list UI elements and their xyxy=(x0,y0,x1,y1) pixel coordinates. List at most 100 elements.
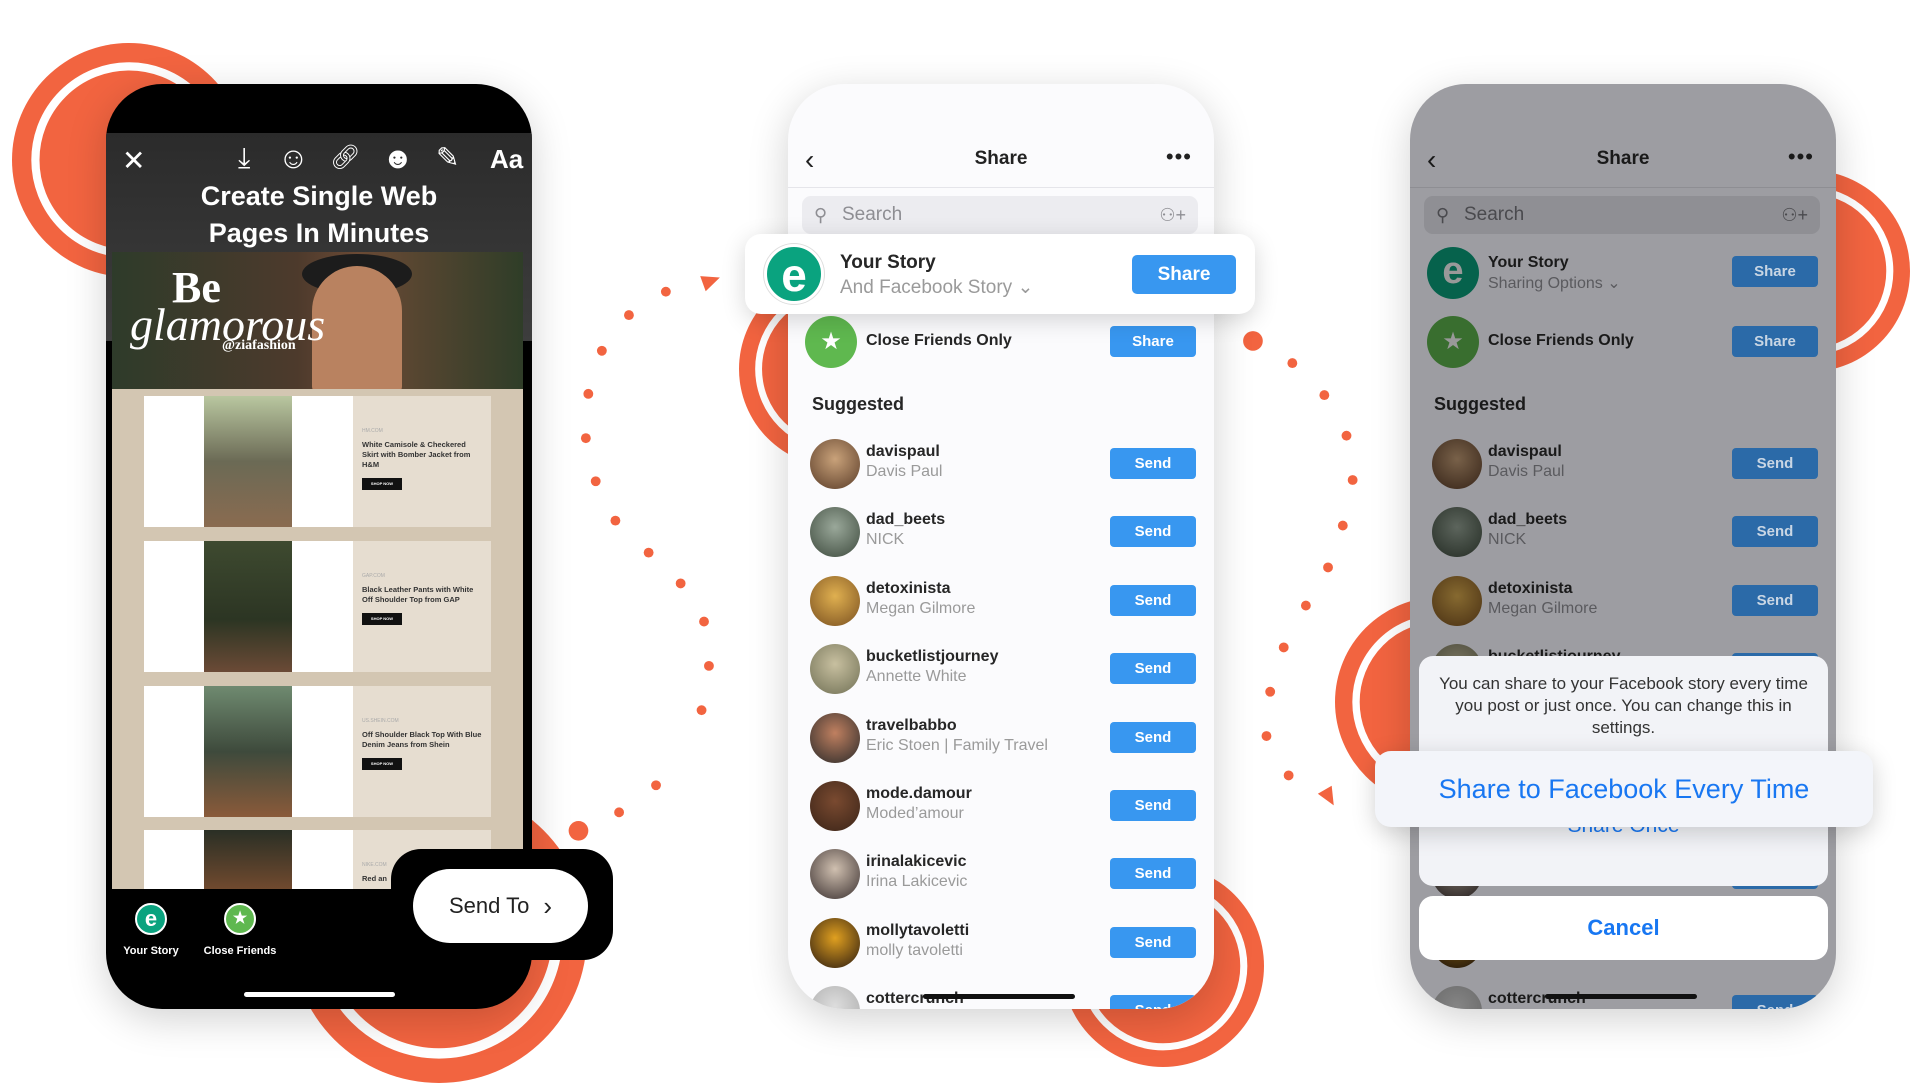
action-sheet-message: You can share to your Facebook story eve… xyxy=(1439,674,1808,737)
user-avatar[interactable] xyxy=(810,644,860,695)
send-button[interactable]: Send xyxy=(1110,926,1196,958)
banner-image: Be glamorous @ziafashion xyxy=(112,252,523,389)
sticker-face-icon[interactable]: ☺ xyxy=(278,144,309,174)
product-card: GAP.COM Black Leather Pants with White Of… xyxy=(144,541,491,672)
arrow-head-icon xyxy=(700,276,720,292)
search-input[interactable]: ⚲ Search ⚇+ xyxy=(802,196,1198,234)
send-button[interactable]: Send xyxy=(1110,516,1196,548)
product-cards: HM.COM White Camisole & Checkered Skirt w… xyxy=(112,389,523,889)
decor-dot xyxy=(1319,390,1330,401)
full-name: Davis Paul xyxy=(866,463,943,480)
user-row: irinalakicevic Irina Lakicevic Send xyxy=(788,844,1214,904)
more-icon[interactable]: ••• xyxy=(1788,144,1814,170)
share-options-phone[interactable]: ‹ Share ••• ⚲ Search ⚇+ e Your Story Shari… xyxy=(1410,84,1836,1009)
user-avatar[interactable] xyxy=(1432,575,1482,626)
decor-dot xyxy=(624,310,634,321)
close-friends-row: ★ Close Friends Only Share xyxy=(1410,312,1836,372)
send-to-label: Send To xyxy=(448,893,530,918)
user-avatar[interactable] xyxy=(810,849,860,900)
user-avatar[interactable] xyxy=(810,781,860,831)
user-avatar[interactable] xyxy=(810,575,860,626)
decor-dot xyxy=(643,547,654,558)
sticker-icon[interactable]: ☻ xyxy=(382,144,414,174)
full-name: Megan Gilmore xyxy=(1488,599,1598,617)
username: bucketlistjourney xyxy=(866,648,999,666)
shop-now-button[interactable]: SHOP NOW xyxy=(362,758,402,770)
username: davispaul xyxy=(866,443,940,460)
decor-dot xyxy=(660,286,671,297)
send-to-button[interactable]: Send To › xyxy=(413,869,588,943)
download-icon[interactable]: ⤓ xyxy=(238,144,250,172)
add-people-icon[interactable]: ⚇+ xyxy=(1781,196,1808,234)
user-avatar[interactable] xyxy=(810,712,860,763)
decor-dot xyxy=(1278,642,1289,653)
sharing-options-label: Sharing Options xyxy=(1488,275,1603,292)
your-story-share-button[interactable]: Share xyxy=(1732,256,1818,287)
your-story-avatar[interactable]: e xyxy=(135,903,167,935)
close-friends-star-icon[interactable]: ★ xyxy=(224,903,256,935)
full-name: Moded’amour xyxy=(866,805,964,822)
full-name: molly tavoletti xyxy=(866,941,963,959)
story-title-line2: Pages In Minutes xyxy=(208,218,430,248)
your-story-label[interactable]: Your Story xyxy=(106,945,201,957)
suggested-heading: Suggested xyxy=(1434,394,1527,414)
send-button[interactable]: Send xyxy=(1732,584,1818,616)
user-avatar[interactable] xyxy=(1432,986,1482,1009)
sharing-options-dropdown[interactable]: Sharing Options ⌄ xyxy=(1488,273,1621,293)
product-card: HM.COM White Camisole & Checkered Skirt w… xyxy=(144,396,491,527)
user-row: detoxinista Megan Gilmore Send xyxy=(788,571,1214,631)
more-icon[interactable]: ••• xyxy=(1166,144,1192,170)
user-avatar[interactable] xyxy=(810,986,860,1009)
username: cottercrunch xyxy=(1488,990,1586,1008)
send-button[interactable]: Send xyxy=(1110,653,1196,685)
close-friends-row: ★ Close Friends Only Share xyxy=(788,312,1214,372)
link-icon[interactable]: 🔗︎ xyxy=(330,146,360,170)
user-row: dad_beets NICK Send xyxy=(788,502,1214,562)
shop-now-button[interactable]: SHOP NOW xyxy=(362,613,402,625)
user-row: davispaul Davis Paul Send xyxy=(788,434,1214,494)
send-button[interactable]: Send xyxy=(1110,858,1196,890)
add-people-icon[interactable]: ⚇+ xyxy=(1159,196,1186,234)
close-friends-share-button[interactable]: Share xyxy=(1732,326,1818,357)
close-friends-star-icon: ★ xyxy=(1427,316,1479,368)
user-avatar[interactable] xyxy=(1432,439,1482,489)
send-button[interactable]: Send xyxy=(1110,721,1196,753)
user-avatar[interactable] xyxy=(810,917,860,968)
username: irinalakicevic xyxy=(866,853,967,871)
close-friends-title: Close Friends Only xyxy=(1488,332,1634,349)
user-avatar[interactable] xyxy=(810,439,860,489)
send-button[interactable]: Send xyxy=(1110,448,1196,479)
send-button[interactable]: Send xyxy=(1110,790,1196,821)
username: dad_beets xyxy=(866,511,946,529)
decor-dot xyxy=(568,820,589,841)
your-story-share-button[interactable]: Share xyxy=(1132,255,1236,294)
draw-icon[interactable]: ✎ xyxy=(436,144,459,172)
sharing-options-dropdown[interactable]: And Facebook Story ⌄ xyxy=(840,276,1033,299)
decor-dot xyxy=(610,515,621,526)
decor-dot xyxy=(1341,430,1352,441)
shop-now-button[interactable]: SHOP NOW xyxy=(362,478,402,490)
share-every-time-button[interactable]: Share to Facebook Every Time xyxy=(1375,751,1873,827)
user-row: mollytavoletti molly tavoletti Send xyxy=(788,913,1214,973)
close-friends-label[interactable]: Close Friends xyxy=(190,945,290,957)
full-name: Megan Gilmore xyxy=(866,599,976,617)
your-story-row-highlight: e Your Story And Facebook Story ⌄ Share xyxy=(745,234,1255,314)
close-friends-share-button[interactable]: Share xyxy=(1110,326,1196,357)
user-avatar[interactable] xyxy=(1432,507,1482,558)
send-button[interactable]: Send xyxy=(1110,584,1196,616)
user-avatar[interactable] xyxy=(810,507,860,558)
decor-dot xyxy=(1243,331,1263,351)
close-icon[interactable]: ✕ xyxy=(122,147,145,175)
send-button[interactable]: Send xyxy=(1732,448,1818,479)
send-button[interactable]: Send xyxy=(1110,995,1196,1009)
cancel-button[interactable]: Cancel xyxy=(1419,896,1828,960)
decor-dot xyxy=(1265,686,1276,697)
decor-dot xyxy=(583,388,594,399)
full-name: Annette White xyxy=(866,668,967,686)
search-icon: ⚲ xyxy=(814,205,828,225)
send-button[interactable]: Send xyxy=(1732,516,1818,548)
text-tool-button[interactable]: Aa xyxy=(490,146,523,172)
username: detoxinista xyxy=(866,579,951,597)
send-button[interactable]: Send xyxy=(1732,995,1818,1009)
search-input[interactable]: ⚲ Search ⚇+ xyxy=(1424,196,1820,234)
